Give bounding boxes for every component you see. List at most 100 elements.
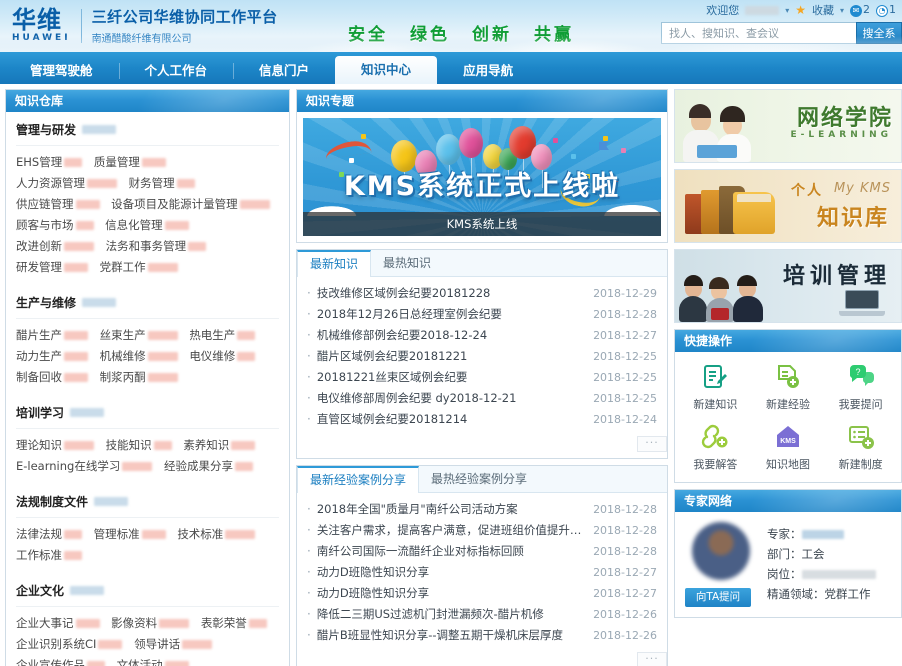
repository-link-label[interactable]: 影像资料 [111, 616, 157, 630]
repository-link-label[interactable]: 文体活动 [117, 658, 163, 666]
search-button[interactable]: 搜全系 [856, 22, 902, 44]
repository-link-label[interactable]: 丝束生产 [100, 328, 146, 342]
repository-link-label[interactable]: 经验成果分享 [164, 459, 233, 473]
tab-latest-experience[interactable]: 最新经验案例分享 [297, 466, 419, 493]
nav-tab-knowledge-center[interactable]: 知识中心 [335, 56, 437, 84]
repository-link[interactable]: 人力资源管理 [16, 173, 122, 194]
repository-link[interactable]: 法律法规 [16, 524, 87, 545]
repository-link-label[interactable]: 表彰荣誉 [201, 616, 247, 630]
list-item[interactable]: ·动力D班隐性知识分享2018-12-27 [307, 583, 657, 604]
repository-link[interactable]: 文体活动 [117, 655, 194, 666]
search-input[interactable] [661, 22, 856, 44]
experience-list-more-button[interactable]: ··· [637, 652, 667, 666]
repository-link-label[interactable]: 法务和事务管理 [106, 239, 187, 253]
repository-link[interactable]: 醋片生产 [16, 325, 93, 346]
brand-logo[interactable]: 华维 HUAWEI 三纤公司华维协同工作平台 南通醋酸纤维有限公司 [12, 6, 278, 45]
list-item[interactable]: ·动力D班隐性知识分享2018-12-27 [307, 562, 657, 583]
repository-link[interactable]: 设备项目及能源计量管理 [111, 194, 275, 215]
repository-link[interactable]: 表彰荣誉 [201, 613, 272, 634]
repository-link-label[interactable]: 企业大事记 [16, 616, 74, 630]
quick-op-answer[interactable]: 我要解答 [679, 422, 752, 472]
message-badge[interactable]: ✉2 [850, 3, 870, 17]
nav-tab-app-navigation[interactable]: 应用导航 [437, 58, 539, 84]
quick-op-knowledge-map[interactable]: KMS知识地图 [752, 422, 825, 472]
repository-link-label[interactable]: E-learning在线学习 [16, 459, 120, 473]
repository-link[interactable]: 机械维修 [100, 346, 183, 367]
repository-link[interactable]: 法务和事务管理 [106, 236, 212, 257]
repository-link-label[interactable]: 技术标准 [177, 527, 223, 541]
star-icon[interactable]: ★ [795, 3, 806, 17]
repository-link[interactable]: 财务管理 [129, 173, 200, 194]
repository-link-label[interactable]: 研发管理 [16, 260, 62, 274]
repository-link-label[interactable]: 理论知识 [16, 438, 62, 452]
tab-hottest-knowledge[interactable]: 最热知识 [371, 250, 444, 276]
repository-link-label[interactable]: 素养知识 [183, 438, 229, 452]
repository-link-label[interactable]: 醋片生产 [16, 328, 62, 342]
repository-link[interactable]: 改进创新 [16, 236, 99, 257]
list-item[interactable]: ·关注客户需求，提高客户满意，促进班组价值提升（检验班）2018-12-28 [307, 520, 657, 541]
repository-link-label[interactable]: 工作标准 [16, 548, 62, 562]
list-item[interactable]: ·南纤公司国际一流醋纤企业对标指标回顾2018-12-28 [307, 541, 657, 562]
repository-link-label[interactable]: 质量管理 [94, 155, 140, 169]
repository-link-label[interactable]: 技能知识 [106, 438, 152, 452]
repository-link-label[interactable]: 法律法规 [16, 527, 62, 541]
user-menu-chevron-down-icon[interactable]: ▾ [785, 6, 789, 15]
repository-link[interactable]: 信息化管理 [105, 215, 194, 236]
repository-link[interactable]: E-learning在线学习 [16, 456, 157, 477]
repository-link-label[interactable]: 机械维修 [100, 349, 146, 363]
quick-op-ask-question[interactable]: ?我要提问 [824, 362, 897, 412]
repository-link[interactable]: 企业识别系统CI [16, 634, 127, 655]
repository-link[interactable]: 研发管理 [16, 257, 93, 278]
banner-e-learning[interactable]: 网络学院 E-LEARNING [674, 89, 902, 163]
repository-link-label[interactable]: 制备回收 [16, 370, 62, 384]
repository-link-label[interactable]: 设备项目及能源计量管理 [111, 197, 238, 211]
list-item[interactable]: ·降低二三期US过滤机门封泄漏频次-醋片机修2018-12-26 [307, 604, 657, 625]
quick-op-new-policy[interactable]: 新建制度 [824, 422, 897, 472]
tab-latest-knowledge[interactable]: 最新知识 [297, 250, 371, 277]
repository-link-label[interactable]: 热电生产 [189, 328, 235, 342]
repository-link[interactable]: 技术标准 [177, 524, 260, 545]
repository-link[interactable]: 管理标准 [94, 524, 171, 545]
list-item[interactable]: ·2018年12月26日总经理室例会纪要2018-12-28 [307, 304, 657, 325]
tab-hottest-experience[interactable]: 最热经验案例分享 [419, 466, 540, 492]
repository-link-label[interactable]: 改进创新 [16, 239, 62, 253]
repository-link-label[interactable]: 顾客与市场 [16, 218, 74, 232]
ask-expert-button[interactable]: 向TA提问 [685, 588, 751, 607]
repository-link-label[interactable]: 供应链管理 [16, 197, 74, 211]
repository-link[interactable]: 经验成果分享 [164, 456, 258, 477]
repository-link-label[interactable]: 企业宣传作品 [16, 658, 85, 666]
list-item[interactable]: ·20181221丝束区域例会纪要2018-12-25 [307, 367, 657, 388]
repository-link-label[interactable]: 领导讲话 [134, 637, 180, 651]
repository-link-label[interactable]: 企业识别系统CI [16, 637, 96, 651]
nav-tab-personal-workspace[interactable]: 个人工作台 [119, 58, 234, 84]
repository-link[interactable]: EHS管理 [16, 152, 87, 173]
repository-link[interactable]: 动力生产 [16, 346, 93, 367]
repository-link[interactable]: 党群工作 [100, 257, 183, 278]
nav-tab-management-cockpit[interactable]: 管理驾驶舱 [4, 58, 119, 84]
repository-link-label[interactable]: 管理标准 [94, 527, 140, 541]
repository-link-label[interactable]: 人力资源管理 [16, 176, 85, 190]
repository-link-label[interactable]: 电仪维修 [189, 349, 235, 363]
notice-badge[interactable]: ◔1 [876, 3, 896, 17]
repository-link[interactable]: 热电生产 [189, 325, 260, 346]
banner-my-kms[interactable]: 个人 My KMS 知识库 [674, 169, 902, 243]
repository-link[interactable]: 质量管理 [94, 152, 171, 173]
nav-tab-info-portal[interactable]: 信息门户 [233, 58, 335, 84]
repository-link[interactable]: 企业宣传作品 [16, 655, 110, 666]
repository-link-label[interactable]: EHS管理 [16, 155, 62, 169]
repository-link-label[interactable]: 财务管理 [129, 176, 175, 190]
repository-link[interactable]: 技能知识 [106, 435, 177, 456]
quick-op-new-knowledge[interactable]: 新建知识 [679, 362, 752, 412]
list-item[interactable]: ·直管区域例会纪要201812142018-12-24 [307, 409, 657, 430]
repository-link-label[interactable]: 信息化管理 [105, 218, 163, 232]
repository-link[interactable]: 电仪维修 [189, 346, 260, 367]
repository-link[interactable]: 制备回收 [16, 367, 93, 388]
repository-link-label[interactable]: 制浆丙酮 [100, 370, 146, 384]
repository-link[interactable]: 影像资料 [111, 613, 194, 634]
repository-link[interactable]: 企业大事记 [16, 613, 105, 634]
favorites-chevron-down-icon[interactable]: ▾ [840, 6, 844, 15]
list-item[interactable]: ·技改维修区域例会纪要201812282018-12-29 [307, 283, 657, 304]
banner-training-management[interactable]: 培训管理 [674, 249, 902, 323]
list-item[interactable]: ·醋片B班显性知识分享--调整五期干燥机床层厚度2018-12-26 [307, 625, 657, 646]
repository-link[interactable]: 制浆丙酮 [100, 367, 183, 388]
